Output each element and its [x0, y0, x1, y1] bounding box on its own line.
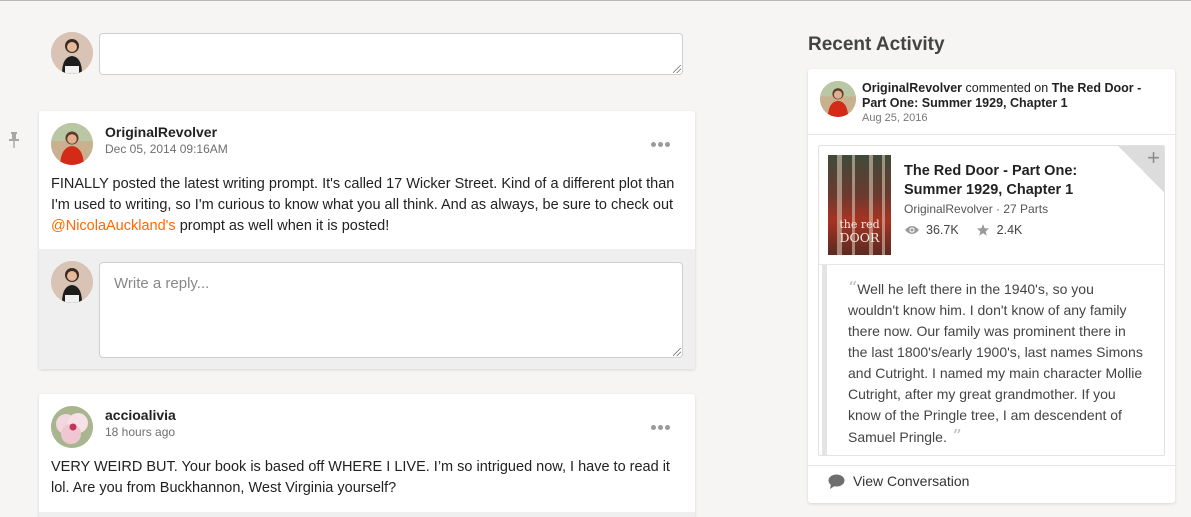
user-mention-link[interactable]: @NicolaAuckland's — [51, 218, 176, 234]
more-options-icon[interactable] — [651, 134, 673, 147]
message-post: accioalivia 18 hours ago VERY WEIRD BUT.… — [39, 394, 695, 517]
read-count: 36.7K — [926, 223, 959, 237]
reply-section — [39, 512, 695, 517]
reply-input[interactable] — [99, 262, 683, 358]
story-card: + the red DOOR The Red Door - Part One: … — [818, 145, 1165, 456]
divider — [808, 134, 1175, 135]
activity-action: commented on — [962, 81, 1052, 95]
author-name[interactable]: OriginalRevolver — [105, 124, 217, 140]
post-text: prompt as well when it is posted! — [175, 218, 390, 234]
story-author[interactable]: OriginalRevolver — [904, 202, 993, 216]
story-meta: OriginalRevolver · 27 Parts — [904, 202, 1049, 216]
pin-icon — [9, 132, 19, 148]
comment-body: Well he left there in the 1940's, so you… — [848, 281, 1143, 445]
star-icon — [976, 224, 989, 236]
quote-bar — [822, 265, 827, 456]
actor-link[interactable]: OriginalRevolver — [862, 81, 962, 95]
view-conversation-link[interactable]: View Conversation — [828, 473, 969, 489]
message-post: OriginalRevolver Dec 05, 2014 09:16AM FI… — [39, 111, 695, 369]
open-quote-icon: “ — [848, 278, 858, 299]
story-stats: 36.7K 2.4K — [904, 223, 1022, 237]
plus-icon[interactable]: + — [1147, 147, 1160, 169]
post-text: FINALLY posted the latest writing prompt… — [51, 176, 675, 213]
comment-quote: “Well he left there in the 1940's, so yo… — [819, 264, 1164, 456]
recent-activity-title: Recent Activity — [808, 34, 945, 55]
user-avatar — [51, 261, 93, 303]
activity-headline: OriginalRevolver commented on The Red Do… — [862, 81, 1152, 111]
new-post-input[interactable] — [99, 33, 683, 75]
speech-bubble-icon — [828, 474, 845, 489]
author-avatar[interactable] — [51, 123, 93, 165]
post-timestamp[interactable]: Dec 05, 2014 09:16AM — [105, 142, 228, 156]
close-quote-icon: ” — [946, 426, 962, 447]
cover-text: DOOR — [839, 230, 880, 245]
activity-date: Aug 25, 2016 — [862, 112, 928, 124]
reply-section — [39, 249, 695, 369]
user-avatar — [51, 32, 93, 74]
post-timestamp[interactable]: 18 hours ago — [105, 425, 175, 439]
view-conversation-label[interactable]: View Conversation — [853, 473, 969, 489]
cover-title: the red DOOR — [828, 218, 891, 245]
story-parts: 27 Parts — [1003, 202, 1049, 216]
cover-text: the red — [839, 218, 880, 231]
more-options-icon[interactable] — [651, 417, 673, 430]
comment-text: “Well he left there in the 1940's, so yo… — [848, 278, 1148, 448]
story-title[interactable]: The Red Door - Part One: Summer 1929, Ch… — [904, 162, 1114, 200]
story-cover[interactable]: the red DOOR — [828, 155, 891, 255]
divider — [808, 465, 1175, 466]
author-avatar[interactable] — [51, 406, 93, 448]
actor-avatar[interactable] — [820, 81, 856, 117]
eye-icon — [905, 226, 919, 234]
author-name[interactable]: accioalivia — [105, 407, 176, 423]
post-body: VERY WEIRD BUT. Your book is based off W… — [51, 459, 670, 496]
vote-count: 2.4K — [996, 223, 1023, 237]
activity-card: OriginalRevolver commented on The Red Do… — [808, 69, 1175, 503]
post-body: FINALLY posted the latest writing prompt… — [51, 174, 681, 237]
